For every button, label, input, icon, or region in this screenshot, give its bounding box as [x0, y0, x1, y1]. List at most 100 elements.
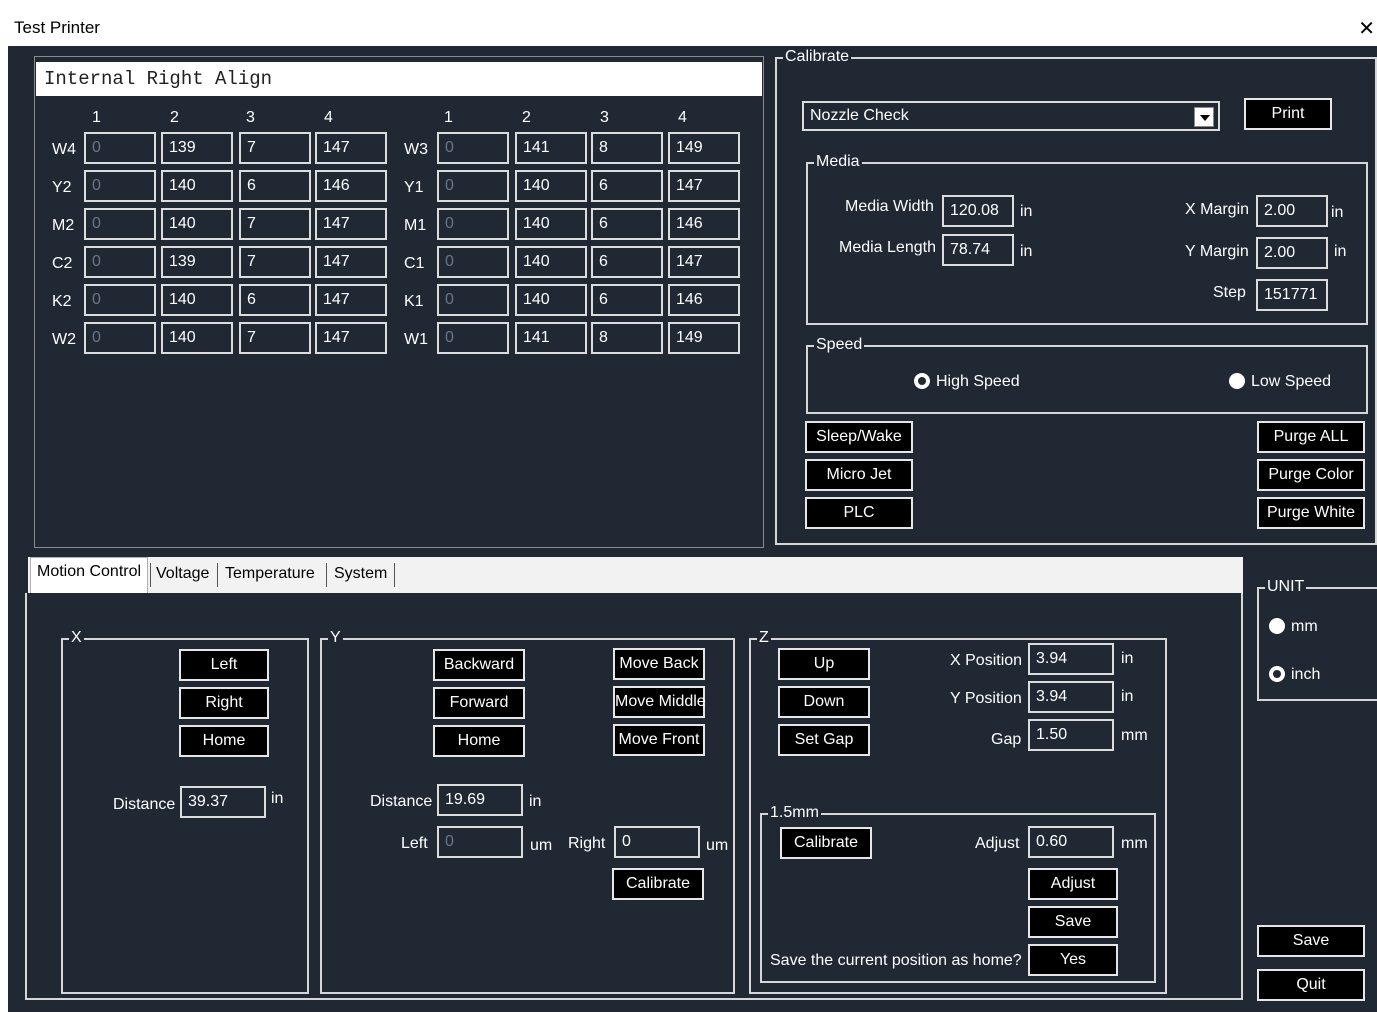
- move-middle-button[interactable]: Move Middle: [613, 686, 706, 718]
- align-value-field[interactable]: 147: [315, 132, 387, 164]
- x-home-button[interactable]: Home: [179, 725, 269, 757]
- tab-temperature[interactable]: Temperature: [219, 561, 321, 587]
- gap-calibration-group-label: 1.5mm: [768, 803, 821, 823]
- align-value-field[interactable]: 139: [161, 132, 233, 164]
- align-value-field[interactable]: 6: [591, 246, 663, 278]
- quit-button[interactable]: Quit: [1257, 969, 1365, 1001]
- align-value-field[interactable]: 147: [668, 170, 740, 202]
- x-position-field[interactable]: 3.94: [1028, 643, 1114, 675]
- move-back-button[interactable]: Move Back: [613, 648, 705, 680]
- pattern-select-value: Nozzle Check: [810, 107, 909, 124]
- align-value-field[interactable]: 140: [515, 208, 587, 240]
- tab-system[interactable]: System: [328, 561, 393, 587]
- align-value-field: 0: [84, 132, 156, 164]
- align-value-field[interactable]: 146: [668, 284, 740, 316]
- z-up-button[interactable]: Up: [778, 648, 870, 680]
- align-value-field[interactable]: 140: [161, 170, 233, 202]
- unit-mm-radio[interactable]: [1269, 618, 1285, 634]
- micro-jet-button[interactable]: Micro Jet: [805, 459, 913, 491]
- purge-all-button[interactable]: Purge ALL: [1257, 421, 1365, 453]
- align-value-field[interactable]: 140: [515, 170, 587, 202]
- align-value-field[interactable]: 147: [315, 322, 387, 354]
- align-value-field[interactable]: 140: [161, 284, 233, 316]
- align-value-field[interactable]: 7: [239, 246, 311, 278]
- align-row-label: W1: [404, 331, 428, 348]
- print-button[interactable]: Print: [1244, 98, 1332, 130]
- align-value-field[interactable]: 141: [515, 132, 587, 164]
- x-right-button[interactable]: Right: [179, 687, 269, 719]
- adjust-field[interactable]: 0.60: [1028, 826, 1114, 858]
- align-row-label: M2: [52, 217, 75, 234]
- align-value-field: 0: [437, 322, 509, 354]
- y-position-field[interactable]: 3.94: [1028, 681, 1114, 713]
- align-value-field[interactable]: 6: [591, 284, 663, 316]
- align-value-field[interactable]: 140: [515, 284, 587, 316]
- align-value-field[interactable]: 7: [239, 322, 311, 354]
- y-calibrate-button[interactable]: Calibrate: [612, 868, 704, 900]
- gap-label: Gap: [991, 731, 1022, 748]
- y-margin-field[interactable]: 2.00: [1256, 237, 1328, 269]
- z-calibrate-button[interactable]: Calibrate: [780, 827, 872, 859]
- align-value-field[interactable]: 149: [668, 322, 740, 354]
- media-length-field[interactable]: 78.74: [942, 234, 1014, 266]
- align-value-field[interactable]: 147: [315, 246, 387, 278]
- sleep-wake-button[interactable]: Sleep/Wake: [805, 421, 913, 453]
- align-value-field[interactable]: 147: [315, 208, 387, 240]
- tab-voltage[interactable]: Voltage: [150, 561, 215, 587]
- align-value-field[interactable]: 6: [591, 170, 663, 202]
- align-value-field[interactable]: 140: [161, 208, 233, 240]
- align-value-field[interactable]: 8: [591, 322, 663, 354]
- y-forward-button[interactable]: Forward: [433, 687, 525, 719]
- align-row-label: W2: [52, 331, 76, 348]
- align-column-header: 3: [600, 109, 609, 126]
- align-value-field[interactable]: 7: [239, 208, 311, 240]
- z-down-button[interactable]: Down: [778, 686, 870, 718]
- align-value-field[interactable]: 147: [668, 246, 740, 278]
- align-value-field: 0: [84, 284, 156, 316]
- purge-white-button[interactable]: Purge White: [1257, 497, 1365, 529]
- align-value-field[interactable]: 140: [161, 322, 233, 354]
- close-icon[interactable]: ✕: [1358, 16, 1375, 41]
- y-home-button[interactable]: Home: [433, 725, 525, 757]
- media-width-field[interactable]: 120.08: [942, 195, 1014, 227]
- x-margin-field[interactable]: 2.00: [1256, 195, 1328, 227]
- tab-motion-control[interactable]: Motion Control: [30, 557, 149, 593]
- y-margin-label: Y Margin: [1185, 243, 1249, 260]
- align-value-field[interactable]: 141: [515, 322, 587, 354]
- chevron-down-icon[interactable]: [1194, 107, 1214, 127]
- align-value-field[interactable]: 7: [239, 132, 311, 164]
- unit-inch-radio[interactable]: [1269, 666, 1285, 682]
- low-speed-radio[interactable]: [1229, 373, 1245, 389]
- tab-separator: [217, 563, 218, 587]
- align-value-field[interactable]: 146: [668, 208, 740, 240]
- save-home-question: Save the current position as home?: [770, 952, 1022, 969]
- purge-color-button[interactable]: Purge Color: [1257, 459, 1365, 491]
- x-distance-label: Distance: [113, 796, 176, 813]
- y-right-field[interactable]: 0: [614, 826, 700, 858]
- save-home-yes-button[interactable]: Yes: [1028, 944, 1118, 976]
- align-value-field[interactable]: 140: [515, 246, 587, 278]
- z-save-button[interactable]: Save: [1028, 906, 1118, 938]
- align-value-field[interactable]: 149: [668, 132, 740, 164]
- pattern-select[interactable]: Nozzle Check: [802, 101, 1220, 131]
- align-value-field[interactable]: 139: [161, 246, 233, 278]
- set-gap-button[interactable]: Set Gap: [778, 724, 870, 756]
- y-backward-button[interactable]: Backward: [433, 649, 525, 681]
- align-value-field[interactable]: 6: [239, 170, 311, 202]
- high-speed-radio[interactable]: [914, 373, 930, 389]
- y-distance-field[interactable]: 19.69: [437, 784, 523, 816]
- align-value-field[interactable]: 147: [315, 284, 387, 316]
- plc-button[interactable]: PLC: [805, 497, 913, 529]
- align-value-field[interactable]: 8: [591, 132, 663, 164]
- align-value-field[interactable]: 146: [315, 170, 387, 202]
- align-value-field[interactable]: 6: [591, 208, 663, 240]
- move-front-button[interactable]: Move Front: [613, 724, 705, 756]
- gap-field[interactable]: 1.50: [1028, 719, 1114, 751]
- x-position-unit: in: [1121, 650, 1134, 667]
- adjust-button[interactable]: Adjust: [1028, 868, 1118, 900]
- step-field[interactable]: 151771: [1256, 279, 1328, 311]
- save-button[interactable]: Save: [1257, 925, 1365, 957]
- x-distance-field[interactable]: 39.37: [180, 786, 266, 818]
- align-value-field[interactable]: 6: [239, 284, 311, 316]
- x-left-button[interactable]: Left: [179, 649, 269, 681]
